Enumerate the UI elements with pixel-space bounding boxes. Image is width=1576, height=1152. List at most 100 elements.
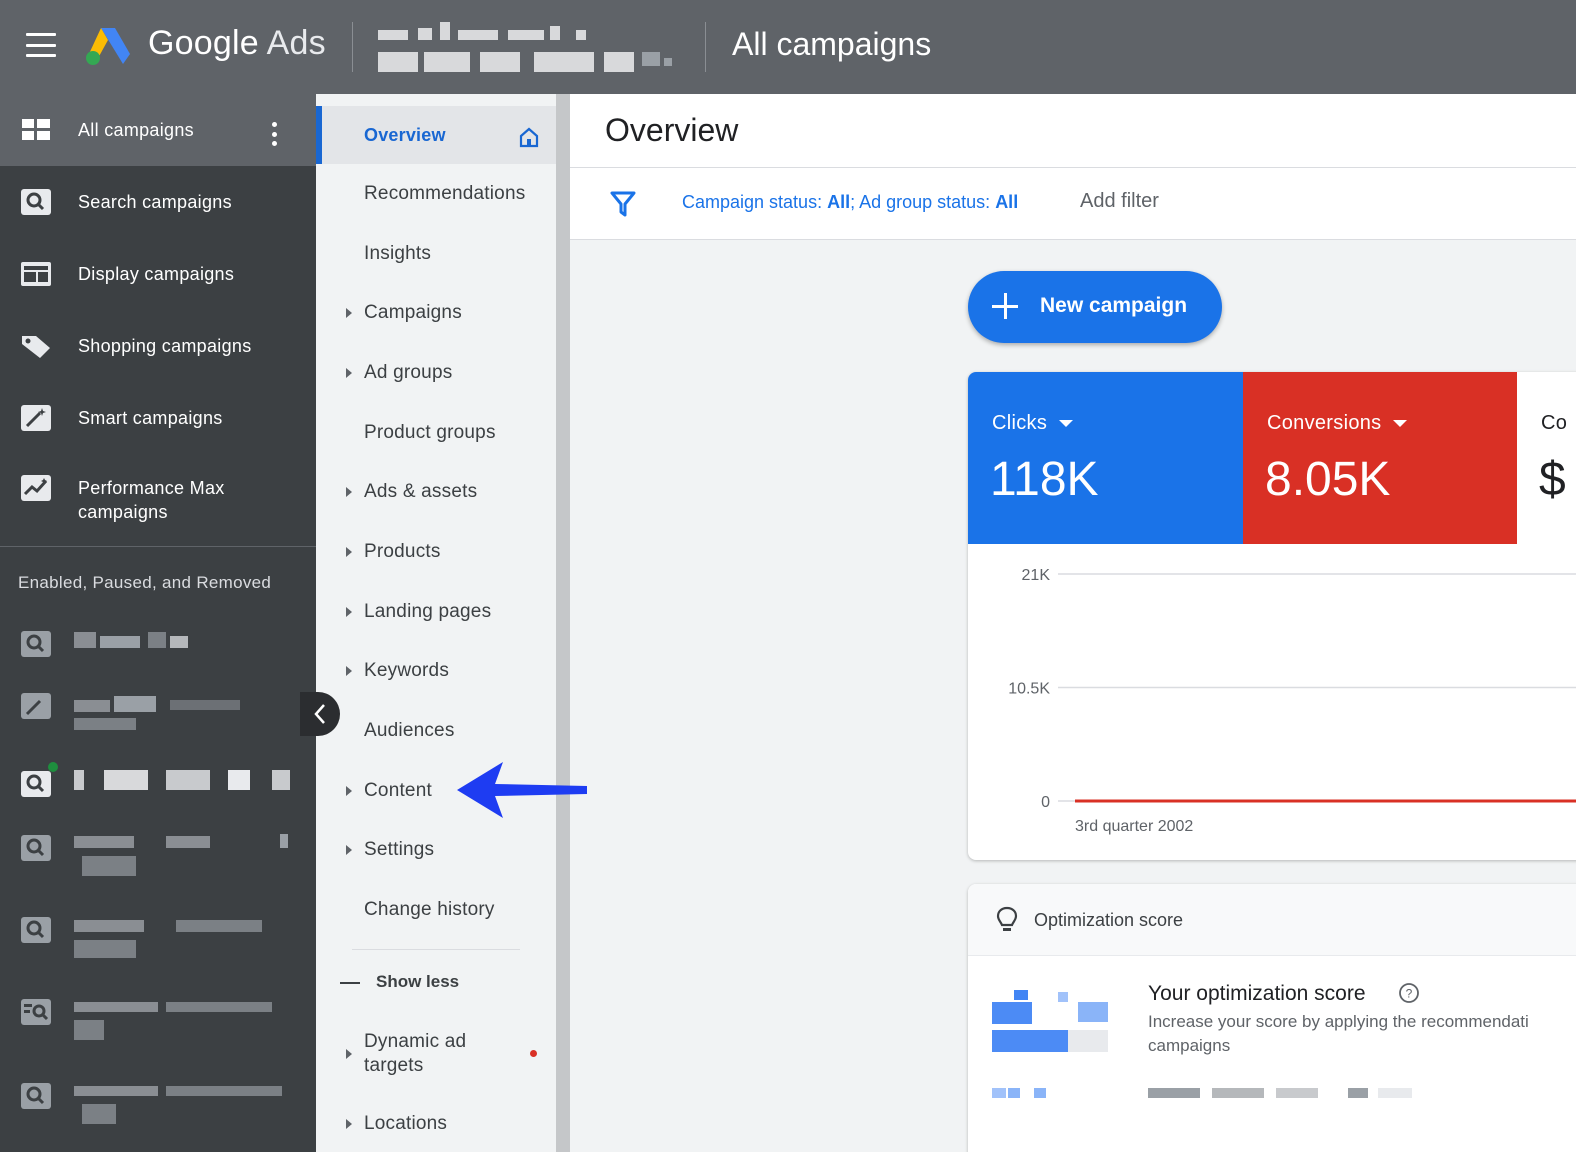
menu-item-recommendations[interactable]: Recommendations [316, 165, 556, 223]
divider [352, 949, 520, 950]
menu-label: Audiences [364, 720, 455, 741]
optimization-score-card: Optimization score Your optimization sco… [968, 884, 1576, 1152]
metric-clicks[interactable]: Clicks 118K [968, 372, 1243, 544]
expand-caret-icon [346, 368, 352, 378]
menu-label: Insights [364, 243, 432, 264]
more-options-icon[interactable] [270, 122, 278, 146]
show-less-label: Show less [376, 972, 460, 991]
menu-item-audiences[interactable]: Audiences [316, 702, 556, 760]
search-icon [21, 835, 51, 861]
line-chart: 21K 10.5K 0 3rd quarter 2002 [1008, 567, 1576, 835]
status-filter-chip[interactable]: Campaign status: All; Ad group status: A… [682, 192, 1018, 213]
expand-caret-icon [346, 1049, 352, 1059]
metric-name-text: Conversions [1267, 412, 1382, 434]
filter-icon[interactable] [610, 190, 636, 218]
metric-conversions[interactable]: Conversions 8.05K [1243, 372, 1517, 544]
menu-label: Ads & assets [364, 481, 478, 502]
nav-performance-max-campaigns[interactable]: Performance Max campaigns [0, 454, 316, 544]
nav-label: All campaigns [78, 120, 194, 140]
nav-smart-campaigns[interactable]: Smart campaigns [0, 382, 316, 454]
metric-name: Clicks [992, 412, 1074, 435]
metric-cost[interactable]: Co $ [1517, 372, 1576, 544]
menu-label: Content [364, 780, 432, 801]
optimization-title: Your optimization score [1148, 982, 1366, 1005]
menu-item-keywords[interactable]: Keywords [316, 642, 556, 700]
chevron-left-icon [314, 704, 325, 724]
brand-name: Google Ads [148, 24, 326, 63]
help-icon[interactable]: ? [1398, 982, 1420, 1004]
menu-label: Products [364, 541, 441, 562]
nav-display-campaigns[interactable]: Display campaigns [0, 238, 316, 310]
card-header-title: Optimization score [1034, 910, 1184, 930]
metric-name-text: Clicks [992, 412, 1048, 434]
show-less-button[interactable]: Show less [338, 968, 538, 998]
filter-value: All [995, 192, 1019, 212]
plus-icon [992, 293, 1018, 319]
campaign-list-item[interactable] [0, 1078, 316, 1138]
card-header: Optimization score [968, 884, 1576, 956]
svg-text:?: ? [1406, 987, 1413, 1001]
display-icon [21, 262, 51, 286]
campaign-list-item[interactable] [0, 912, 316, 972]
menu-label: Locations [364, 1113, 448, 1134]
top-bar: Google Ads All campaigns [0, 0, 1576, 94]
menu-item-insights[interactable]: Insights [316, 225, 556, 283]
campaign-list-item[interactable] [0, 762, 316, 826]
expand-caret-icon [346, 547, 352, 557]
account-selector[interactable] [378, 22, 678, 74]
menu-item-ads-assets[interactable]: Ads & assets [316, 463, 556, 521]
y-tick-label: 0 [1041, 794, 1050, 811]
menu-icon[interactable] [26, 33, 56, 57]
campaign-list-item[interactable] [0, 688, 316, 748]
menu-label: Ad groups [364, 362, 453, 383]
expand-caret-icon [346, 666, 352, 676]
campaign-list-item[interactable] [0, 994, 316, 1054]
menu-item-campaigns[interactable]: Campaigns [316, 284, 556, 342]
search-icon [21, 189, 51, 215]
expand-caret-icon [346, 845, 352, 855]
new-campaign-button[interactable]: New campaign [968, 271, 1222, 343]
menu-label: Change history [364, 899, 495, 920]
page-menu: Overview Recommendations Insights Campai… [316, 94, 558, 1152]
filter-label: ; Ad group status: [850, 192, 996, 212]
tag-icon [22, 336, 50, 358]
menu-item-landing-pages[interactable]: Landing pages [316, 583, 556, 641]
search-icon [21, 1083, 51, 1109]
menu-label: Campaigns [364, 302, 462, 323]
menu-item-settings[interactable]: Settings [316, 821, 556, 879]
menu-item-locations[interactable]: Locations [316, 1095, 556, 1152]
brand-ads: Ads [266, 24, 326, 62]
add-filter-button[interactable]: Add filter [1080, 190, 1159, 213]
desc-line: campaigns [1148, 1036, 1231, 1055]
menu-item-overview[interactable]: Overview [316, 106, 556, 164]
list-search-icon [21, 999, 51, 1025]
nav-all-campaigns[interactable]: All campaigns [0, 94, 316, 166]
performance-chart-card: Clicks 118K Conversions 8.05K Co $ 21K 10… [968, 372, 1576, 860]
metric-value: 118K [990, 453, 1099, 506]
desc-line: Increase your score by applying the reco… [1148, 1012, 1529, 1031]
expand-caret-icon [346, 487, 352, 497]
metric-value: 8.05K [1265, 453, 1391, 506]
page-title: Overview [605, 112, 739, 148]
brand-google: Google [148, 24, 259, 62]
menu-scrollbar[interactable] [556, 94, 570, 1152]
campaign-list-item[interactable] [0, 626, 316, 686]
menu-label: Settings [364, 839, 435, 860]
menu-item-dynamic-ad-targets[interactable]: Dynamic ad targets [316, 1022, 556, 1086]
campaign-list-item[interactable] [0, 830, 316, 890]
menu-item-ad-groups[interactable]: Ad groups [316, 344, 556, 402]
menu-item-product-groups[interactable]: Product groups [316, 404, 556, 462]
nav-search-campaigns[interactable]: Search campaigns [0, 166, 316, 238]
page-header: Overview [570, 94, 1576, 168]
home-icon [519, 127, 539, 148]
nav-label: Performance Max campaigns [78, 478, 225, 522]
filter-bar: Campaign status: All; Ad group status: A… [570, 168, 1576, 240]
filter-label: Campaign status: [682, 192, 828, 212]
magic-wand-icon [21, 405, 51, 431]
minus-icon [340, 982, 360, 984]
nav-shopping-campaigns[interactable]: Shopping campaigns [0, 310, 316, 382]
menu-item-change-history[interactable]: Change history [316, 881, 556, 939]
menu-label: Overview [364, 124, 446, 145]
menu-item-products[interactable]: Products [316, 523, 556, 581]
grid-icon [22, 119, 50, 140]
